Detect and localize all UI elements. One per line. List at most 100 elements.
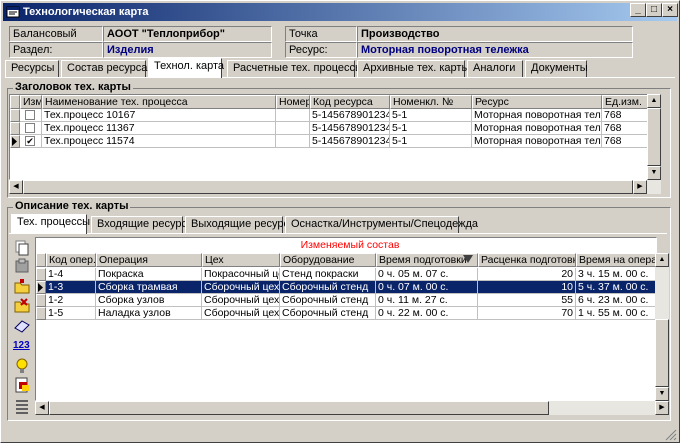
tab-resource-composition[interactable]: Состав ресурса (61, 60, 147, 77)
scroll-right-button[interactable]: ▶ (655, 401, 669, 415)
cell-process-name[interactable]: Тех.процесс 11367 (42, 122, 276, 135)
cell-nomenclature[interactable]: 5-1 (390, 109, 472, 122)
report-icon[interactable] (13, 376, 31, 394)
maximize-button[interactable]: □ (646, 3, 662, 17)
scroll-left-button[interactable]: ◀ (9, 180, 23, 194)
cell-prep-time[interactable]: 0 ч. 05 м. 07 с. (376, 268, 478, 281)
tab-incoming-resources[interactable]: Входящие ресурсы (91, 216, 195, 233)
cell-op-code[interactable]: 1-4 (46, 268, 96, 281)
tab-tooling[interactable]: Оснастка/Инструменты/Спецодежда (285, 216, 478, 233)
list-icon[interactable] (13, 397, 31, 415)
folder-delete-icon[interactable] (13, 297, 31, 315)
scroll-left-button[interactable]: ◀ (35, 401, 49, 415)
scroll-down-button[interactable]: ▼ (647, 166, 661, 180)
row-checkbox[interactable] (25, 123, 35, 133)
cell-equipment[interactable]: Сборочный стенд (280, 294, 376, 307)
column-header-shop[interactable]: Цех (202, 253, 280, 267)
tab-outgoing-resources[interactable]: Выходящие ресурсы (185, 216, 297, 233)
cell-op-time[interactable]: 1 ч. 55 м. 00 с. (576, 307, 656, 320)
row-check-cell[interactable]: ✔ (20, 135, 42, 148)
scroll-right-button[interactable]: ▶ (633, 180, 647, 194)
cell-operation[interactable]: Сборка узлов (96, 294, 202, 307)
column-header-number[interactable]: Номер (276, 95, 310, 109)
copy-icon[interactable] (13, 239, 31, 257)
cell-prep-time[interactable]: 0 ч. 11 м. 27 с. (376, 294, 478, 307)
scroll-up-button[interactable]: ▲ (647, 94, 661, 108)
scroll-up-button[interactable]: ▲ (655, 253, 669, 267)
cell-equipment[interactable]: Сборочный стенд (280, 281, 376, 294)
close-button[interactable]: × (662, 3, 678, 17)
column-header-op-time[interactable]: Время на операци (576, 253, 656, 267)
column-header-changed[interactable]: Изм (20, 95, 42, 109)
cell-number[interactable] (276, 109, 310, 122)
cell-op-time[interactable]: 3 ч. 15 м. 00 с. (576, 268, 656, 281)
column-header-prep-rate[interactable]: Расценка подготовки (478, 253, 576, 267)
cell-operation[interactable]: Покраска (96, 268, 202, 281)
tab-documents[interactable]: Документы (525, 60, 588, 77)
operations-grid-hscroll[interactable]: ◀ ▶ (35, 401, 669, 415)
cell-prep-time[interactable]: 0 ч. 07 м. 00 с. (376, 281, 478, 294)
cell-nomenclature[interactable]: 5-1 (390, 122, 472, 135)
number-format-icon[interactable]: 123 (13, 337, 31, 355)
cell-shop[interactable]: Сборочный цех (202, 307, 280, 320)
cell-number[interactable] (276, 122, 310, 135)
cell-op-code[interactable]: 1-3 (46, 281, 96, 294)
header-grid-vscroll[interactable]: ▲ ▼ (647, 94, 661, 180)
cell-prep-rate[interactable]: 70 (478, 307, 576, 320)
cell-unit[interactable]: 768 (602, 122, 652, 135)
cell-process-name[interactable]: Тех.процесс 10167 (42, 109, 276, 122)
lightbulb-icon[interactable] (13, 357, 31, 375)
column-header-prep-time[interactable]: Время подготовки (376, 253, 478, 267)
cell-shop[interactable]: Покрасочный цех (202, 268, 280, 281)
column-header-unit[interactable]: Ед.изм. (602, 95, 652, 109)
cell-op-code[interactable]: 1-5 (46, 307, 96, 320)
tab-analogs[interactable]: Аналоги (467, 60, 523, 77)
tab-calc-processes[interactable]: Расчетные тех. процессы (227, 60, 363, 77)
cell-nomenclature[interactable]: 5-1 (390, 135, 472, 148)
row-check-cell[interactable] (20, 122, 42, 135)
column-header-nomenclature[interactable]: Номенкл. № (390, 95, 472, 109)
cell-equipment[interactable]: Стенд покраски (280, 268, 376, 281)
cell-unit[interactable]: 768 (602, 135, 652, 148)
operations-grid-vscroll[interactable]: ▲ ▼ (655, 253, 669, 401)
cell-prep-rate[interactable]: 55 (478, 294, 576, 307)
cell-resource[interactable]: Моторная поворотная тележк (472, 109, 602, 122)
cell-resource-code[interactable]: 5-1456789012345б (310, 135, 390, 148)
column-header-resource[interactable]: Ресурс (472, 95, 602, 109)
cell-operation[interactable]: Сборка трамвая (96, 281, 202, 294)
column-header-op-code[interactable]: Код опер. (46, 253, 96, 267)
cell-op-time[interactable]: 5 ч. 37 м. 00 с. (576, 281, 656, 294)
tab-tech-card[interactable]: Технол. карта (148, 58, 224, 78)
row-checkbox[interactable]: ✔ (25, 136, 35, 146)
cell-prep-time[interactable]: 0 ч. 22 м. 00 с. (376, 307, 478, 320)
cell-resource-code[interactable]: 5-1456789012345б (310, 122, 390, 135)
column-header-resource-code[interactable]: Код ресурса (310, 95, 390, 109)
cell-number[interactable] (276, 135, 310, 148)
scroll-thumb[interactable] (647, 108, 661, 166)
cell-resource-code[interactable]: 5-1456789012345б (310, 109, 390, 122)
scroll-thumb[interactable] (655, 319, 669, 387)
row-check-cell[interactable] (20, 109, 42, 122)
paste-icon[interactable] (13, 257, 31, 275)
size-grip-icon[interactable] (663, 427, 677, 441)
cell-resource[interactable]: Моторная поворотная тележк (472, 122, 602, 135)
cell-prep-rate[interactable]: 10 (478, 281, 576, 294)
column-header-equipment[interactable]: Оборудование (280, 253, 376, 267)
tab-archive-cards[interactable]: Архивные тех. карты (357, 60, 469, 77)
header-grid-hscroll[interactable]: ◀ ▶ (9, 180, 661, 194)
eraser-icon[interactable] (13, 317, 31, 335)
cell-op-time[interactable]: 6 ч. 23 м. 00 с. (576, 294, 656, 307)
cell-operation[interactable]: Наладка узлов (96, 307, 202, 320)
column-header-process-name[interactable]: Наименование тех. процесса (42, 95, 276, 109)
scroll-down-button[interactable]: ▼ (655, 387, 669, 401)
open-folder-icon[interactable] (13, 278, 31, 296)
cell-process-name[interactable]: Тех.процесс 11574 (42, 135, 276, 148)
column-header-operation[interactable]: Операция (96, 253, 202, 267)
minimize-button[interactable]: _ (630, 3, 646, 17)
cell-shop[interactable]: Сборочный цех (202, 294, 280, 307)
title-bar[interactable]: Технологическая карта (3, 3, 677, 21)
tab-tech-processes[interactable]: Тех. процессы (11, 214, 90, 234)
cell-resource[interactable]: Моторная поворотная тележк (472, 135, 602, 148)
row-checkbox[interactable] (25, 110, 35, 120)
scroll-thumb[interactable] (23, 180, 633, 194)
